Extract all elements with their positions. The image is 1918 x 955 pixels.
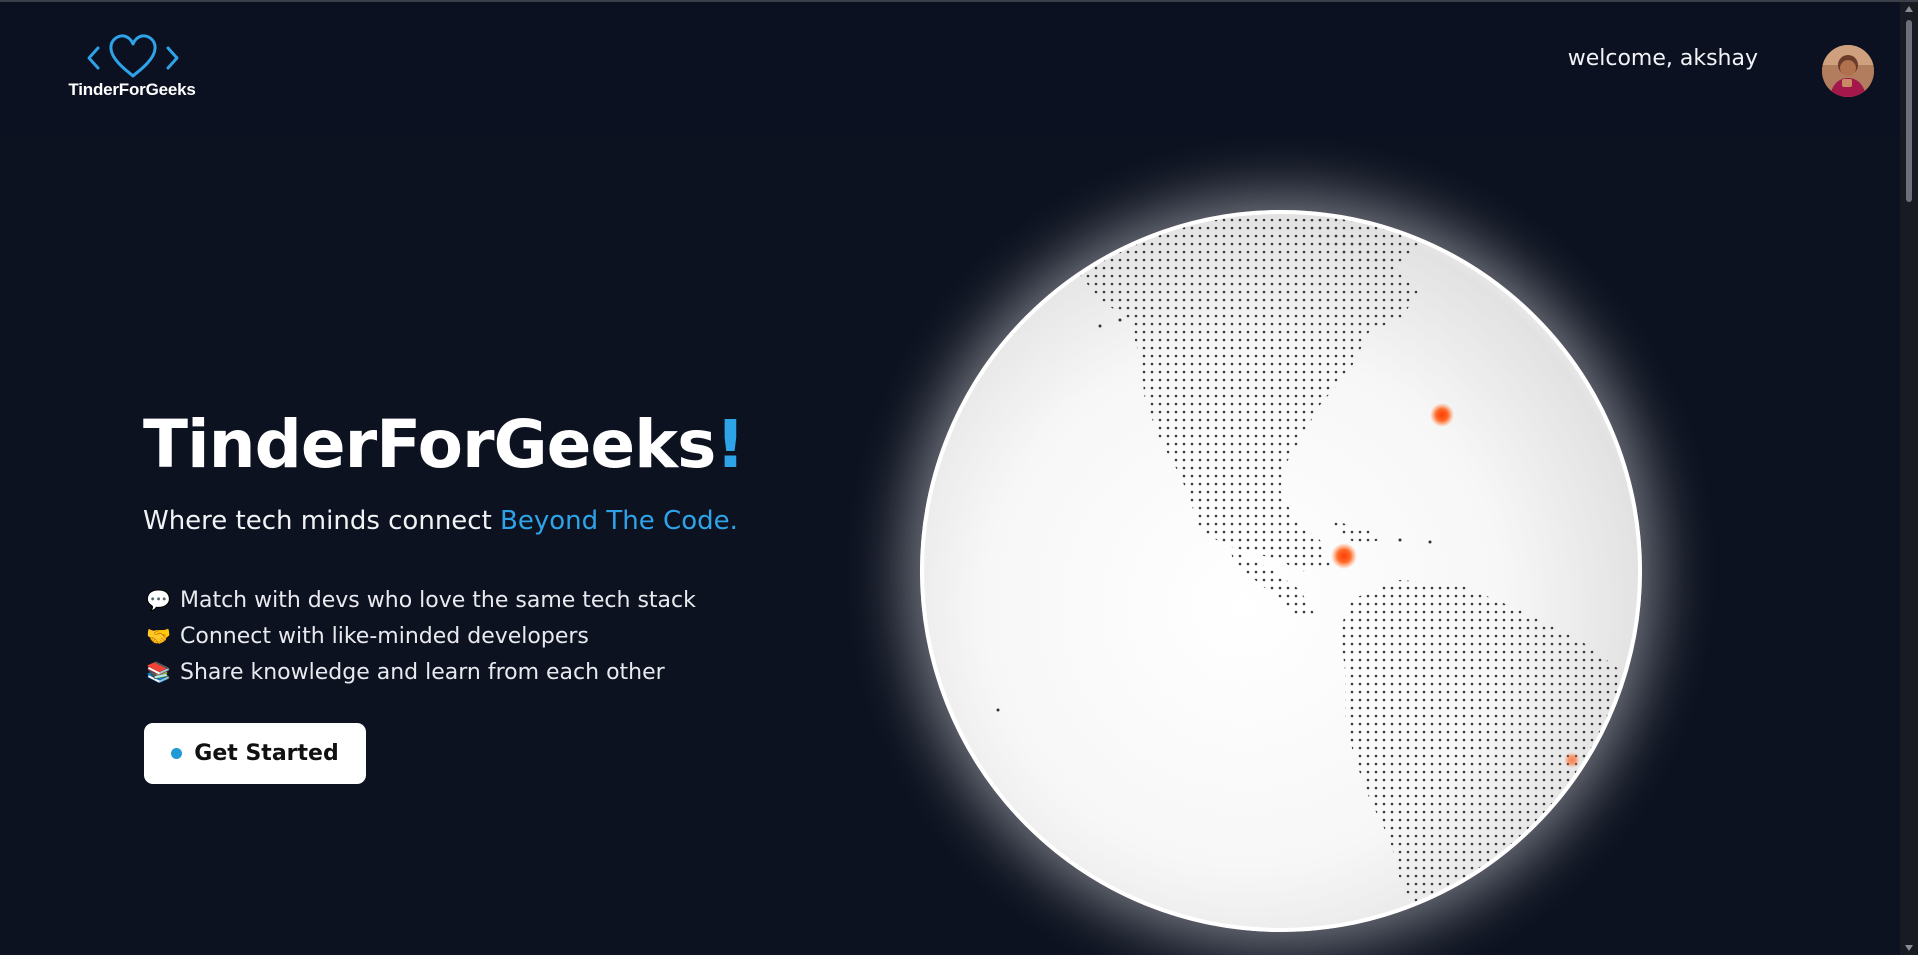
subtitle-highlight: Beyond The Code. [500, 506, 738, 536]
feature-item: 📚 Share knowledge and learn from each ot… [146, 654, 696, 690]
brand-logo-link[interactable]: TinderForGeeks [58, 28, 208, 108]
scrollbar-thumb[interactable] [1906, 20, 1912, 202]
scroll-down-icon[interactable] [1905, 945, 1913, 951]
feature-list: 💬 Match with devs who love the same tech… [146, 582, 696, 690]
get-started-button[interactable]: Get Started [144, 723, 366, 784]
hero-subtitle: Where tech minds connect Beyond The Code… [143, 506, 738, 536]
avatar[interactable] [1822, 45, 1874, 97]
globe[interactable] [900, 200, 1650, 950]
scroll-up-icon[interactable] [1905, 6, 1913, 12]
books-icon: 📚 [146, 660, 171, 684]
map-marker [1331, 543, 1357, 569]
feature-item: 💬 Match with devs who love the same tech… [146, 582, 696, 618]
status-dot-icon [171, 748, 183, 759]
feature-text: Match with devs who love the same tech s… [180, 587, 696, 613]
page-scrollbar[interactable] [1900, 2, 1918, 955]
map-marker [1430, 403, 1454, 427]
user-photo [1822, 45, 1874, 97]
globe-graphic [920, 210, 1642, 932]
hero-title-exclamation: ! [715, 406, 745, 483]
code-heart-icon [87, 34, 179, 78]
map-marker [1564, 752, 1580, 768]
speech-bubble-icon: 💬 [146, 588, 171, 612]
get-started-label: Get Started [194, 741, 339, 766]
handshake-icon: 🤝 [146, 624, 171, 648]
feature-text: Connect with like-minded developers [180, 623, 589, 649]
hero-title-text: TinderForGeeks [143, 406, 716, 483]
feature-item: 🤝 Connect with like-minded developers [146, 618, 696, 654]
welcome-text: welcome, akshay [1567, 46, 1758, 71]
navbar: TinderForGeeks welcome, akshay [0, 2, 1900, 136]
subtitle-prefix: Where tech minds connect [143, 506, 501, 536]
hero-title: TinderForGeeks! [143, 412, 745, 478]
brand-name: TinderForGeeks [68, 80, 196, 99]
feature-text: Share knowledge and learn from each othe… [180, 659, 665, 685]
